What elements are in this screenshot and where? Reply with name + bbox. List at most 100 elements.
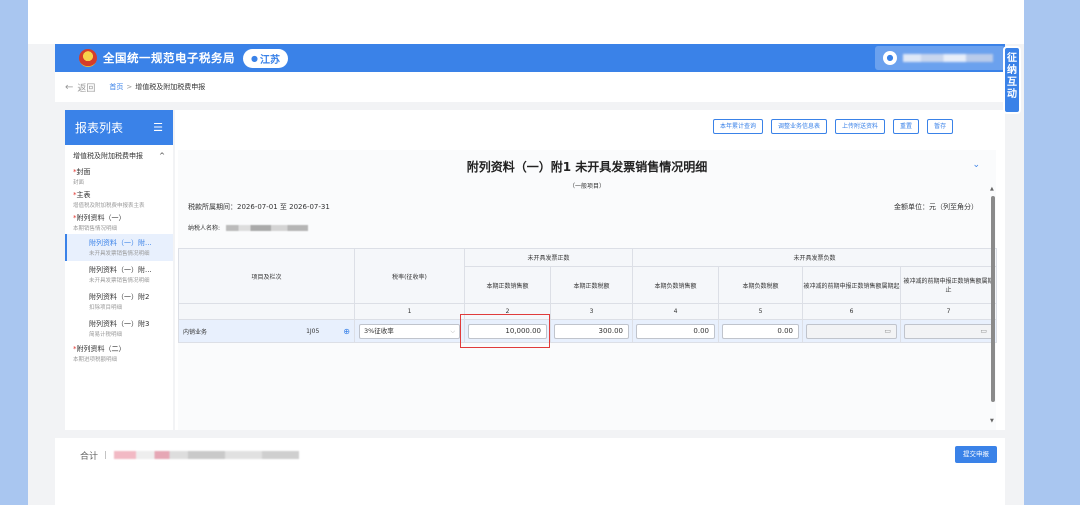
upload-attachments-button[interactable]: 上传附送资料 xyxy=(835,119,886,134)
sidebar-item-sub: 增值税及附加税费申报表主表 xyxy=(73,203,145,209)
scroll-up-icon[interactable]: ▲ xyxy=(990,186,994,192)
sidebar-item-sub: 简易计税明细 xyxy=(89,332,123,338)
rate-cell: 3%征收率 ⌵ xyxy=(354,319,465,343)
province-selector[interactable]: ● 江苏 xyxy=(243,48,288,68)
collapse-menu-icon[interactable]: ☰ xyxy=(153,121,163,134)
scroll-down-icon[interactable]: ▼ xyxy=(990,418,994,424)
sidebar-item-sub: 封面 xyxy=(73,180,85,186)
period-start-picker[interactable]: ▭ xyxy=(806,323,898,339)
sidebar-group-label: 增值税及附加税费申报 xyxy=(73,152,143,160)
sidebar-item-title: 主表 xyxy=(76,191,91,199)
add-row-icon[interactable]: ⊕ xyxy=(343,327,350,336)
header-offset-period-start: 被冲减的前期申报正数销售额属期起 xyxy=(802,266,902,304)
header-positive-tax: 本期正数税额 xyxy=(549,266,634,304)
sales-detail-table: 项目及栏次 税率(征收率) 未开具发票正数 未开具发票负数 本期正数销售额 本期… xyxy=(178,248,998,343)
positive-tax-input[interactable]: 300.00 xyxy=(554,323,630,339)
submit-declaration-button[interactable]: 提交申报 xyxy=(955,446,997,463)
sidebar-subitem-appendix3[interactable]: 附列资料（一）附3 简易计税明细 xyxy=(65,315,173,342)
period-end-picker[interactable]: ▭ xyxy=(904,323,994,339)
save-draft-button[interactable]: 暂存 xyxy=(927,119,954,134)
col-number: 6 xyxy=(802,303,902,320)
sidebar-item-cover[interactable]: *封面 封面 xyxy=(65,161,173,188)
calendar-icon: ▭ xyxy=(980,326,988,335)
breadcrumb: ← 返回 首页 > 增值税及附加税费申报 xyxy=(55,72,1005,102)
scroll-thumb[interactable] xyxy=(991,196,995,402)
amount-unit: 金额单位：元（列至角分） xyxy=(894,203,978,211)
sidebar-subitem-appendix1b[interactable]: 附列资料（一）附... 未开具发票销售情况明细 xyxy=(65,261,173,288)
user-account[interactable]: ● xyxy=(875,46,1005,70)
total-section: 合计 xyxy=(80,449,300,462)
sidebar-item-main[interactable]: *主表 增值税及附加税费申报表主表 xyxy=(65,188,173,211)
site-title: 全国统一规范电子税务局 xyxy=(103,51,235,65)
header-item: 项目及栏次 xyxy=(178,248,355,304)
report-title: 附列资料（一）附1 未开具发票销售情况明细 xyxy=(466,160,708,174)
vertical-scrollbar[interactable]: ▲ ▼ xyxy=(990,186,996,430)
sidebar-item-schedule2[interactable]: *附列资料（二） 本期进项税额明细 xyxy=(65,342,173,365)
tax-emblem-icon xyxy=(79,49,97,67)
report-content: 附列资料（一）附1 未开具发票销售情况明细 （一般项目） ⌄ 税款所属期间：20… xyxy=(178,150,998,430)
rate-select-value: 3%征收率 xyxy=(364,326,394,335)
location-pin-icon: ● xyxy=(251,53,258,63)
reset-button[interactable]: 重置 xyxy=(893,119,920,134)
breadcrumb-home-link[interactable]: 首页 xyxy=(109,82,123,92)
user-name-redacted xyxy=(903,54,993,62)
taxpayer-name: 纳税人名称: xyxy=(188,223,309,232)
row-label: 内销业务 xyxy=(183,328,208,336)
sidebar-item-title: 附列资料（一） xyxy=(76,214,126,222)
negative-tax-input[interactable]: 0.00 xyxy=(722,323,800,339)
tax-interaction-badge[interactable]: 征纳互动 xyxy=(1003,46,1021,114)
highlight-box xyxy=(460,314,550,348)
sidebar-subitem-appendix2[interactable]: 附列资料（一）附2 扣除项目明细 xyxy=(65,288,173,315)
sidebar-item-schedule1[interactable]: *附列资料（一） 本期销售情况明细 xyxy=(65,211,173,234)
sidebar-item-title: 附列资料（一）附... xyxy=(89,266,152,274)
negative-sales-input[interactable]: 0.00 xyxy=(636,323,716,339)
total-divider xyxy=(100,451,107,459)
report-list-sidebar: 报表列表 ☰ 增值税及附加税费申报 ^ *封面 封面 *主表 增值税及附加税费申… xyxy=(65,110,173,430)
total-label: 合计 xyxy=(80,451,99,462)
col-number: 7 xyxy=(900,303,998,320)
footer-bar: 合计 提交申报 xyxy=(55,438,1005,472)
report-subtitle: （一般项目） xyxy=(568,183,605,190)
header-offset-period-end: 被冲减的前期申报正数销售额属期止 xyxy=(900,266,998,304)
back-label: 返回 xyxy=(77,83,96,94)
breadcrumb-current: 增值税及附加税费申报 xyxy=(135,83,206,91)
sidebar-item-sub: 未开具发票销售情况明细 xyxy=(89,251,150,257)
sidebar-item-sub: 本期销售情况明细 xyxy=(73,226,118,232)
table-row: 内销业务 1J05 ⊕ 3%征收率 ⌵ 10,000.00 300.00 0.0… xyxy=(178,319,998,343)
back-button[interactable]: ← 返回 xyxy=(65,81,95,94)
annual-cumulative-query-button[interactable]: 本年累计查询 xyxy=(713,119,764,134)
row-code: 1J05 xyxy=(306,327,320,335)
breadcrumb-separator: > xyxy=(126,83,133,91)
row-label-cell: 内销业务 1J05 ⊕ xyxy=(178,319,355,343)
sidebar-item-title: 附列资料（一）附3 xyxy=(89,320,150,328)
sidebar-item-title: 附列资料（二） xyxy=(76,345,126,353)
user-avatar-icon: ● xyxy=(883,51,897,65)
col-number: 1 xyxy=(354,303,465,320)
chevron-down-icon: ⌵ xyxy=(450,327,455,335)
col-number: 5 xyxy=(718,303,804,320)
header-rate: 税率(征收率) xyxy=(354,248,465,304)
tax-period: 税款所属期间：2026-07-01 至 2026-07-31 xyxy=(188,203,330,211)
bottom-blank-area xyxy=(55,472,1005,505)
sidebar-item-sub: 扣除项目明细 xyxy=(89,305,123,311)
sidebar-item-sub: 未开具发票销售情况明细 xyxy=(89,278,150,284)
toolbar: 本年累计查询 调整业务信息表 上传附送资料 重置 暂存 xyxy=(713,119,954,134)
sidebar-header: 报表列表 ☰ xyxy=(65,110,173,145)
taxpayer-name-redacted xyxy=(226,224,309,231)
chevron-down-icon[interactable]: ⌄ xyxy=(972,160,980,170)
rate-select[interactable]: 3%征收率 ⌵ xyxy=(359,323,460,339)
sidebar-item-title: 附列资料（一）附... xyxy=(89,239,152,247)
window-frame-left xyxy=(0,0,28,505)
taxpayer-label: 纳税人名称: xyxy=(188,225,221,232)
header-blank xyxy=(178,303,355,320)
top-blank-area xyxy=(28,0,1024,44)
adjust-business-info-button[interactable]: 调整业务信息表 xyxy=(771,119,828,134)
header-positive-sales: 本期正数销售额 xyxy=(464,266,551,304)
header-positive-group: 未开具发票正数 xyxy=(463,248,634,267)
back-arrow-icon: ← xyxy=(65,81,74,93)
sidebar-group-vat[interactable]: 增值税及附加税费申报 ^ xyxy=(65,145,173,161)
sidebar-subitem-appendix1-active[interactable]: 附列资料（一）附... 未开具发票销售情况明细 xyxy=(65,234,173,261)
province-label: 江苏 xyxy=(259,54,280,66)
site-header: 全国统一规范电子税务局 ● 江苏 ● xyxy=(55,44,1005,72)
total-amount-redacted xyxy=(114,451,300,459)
